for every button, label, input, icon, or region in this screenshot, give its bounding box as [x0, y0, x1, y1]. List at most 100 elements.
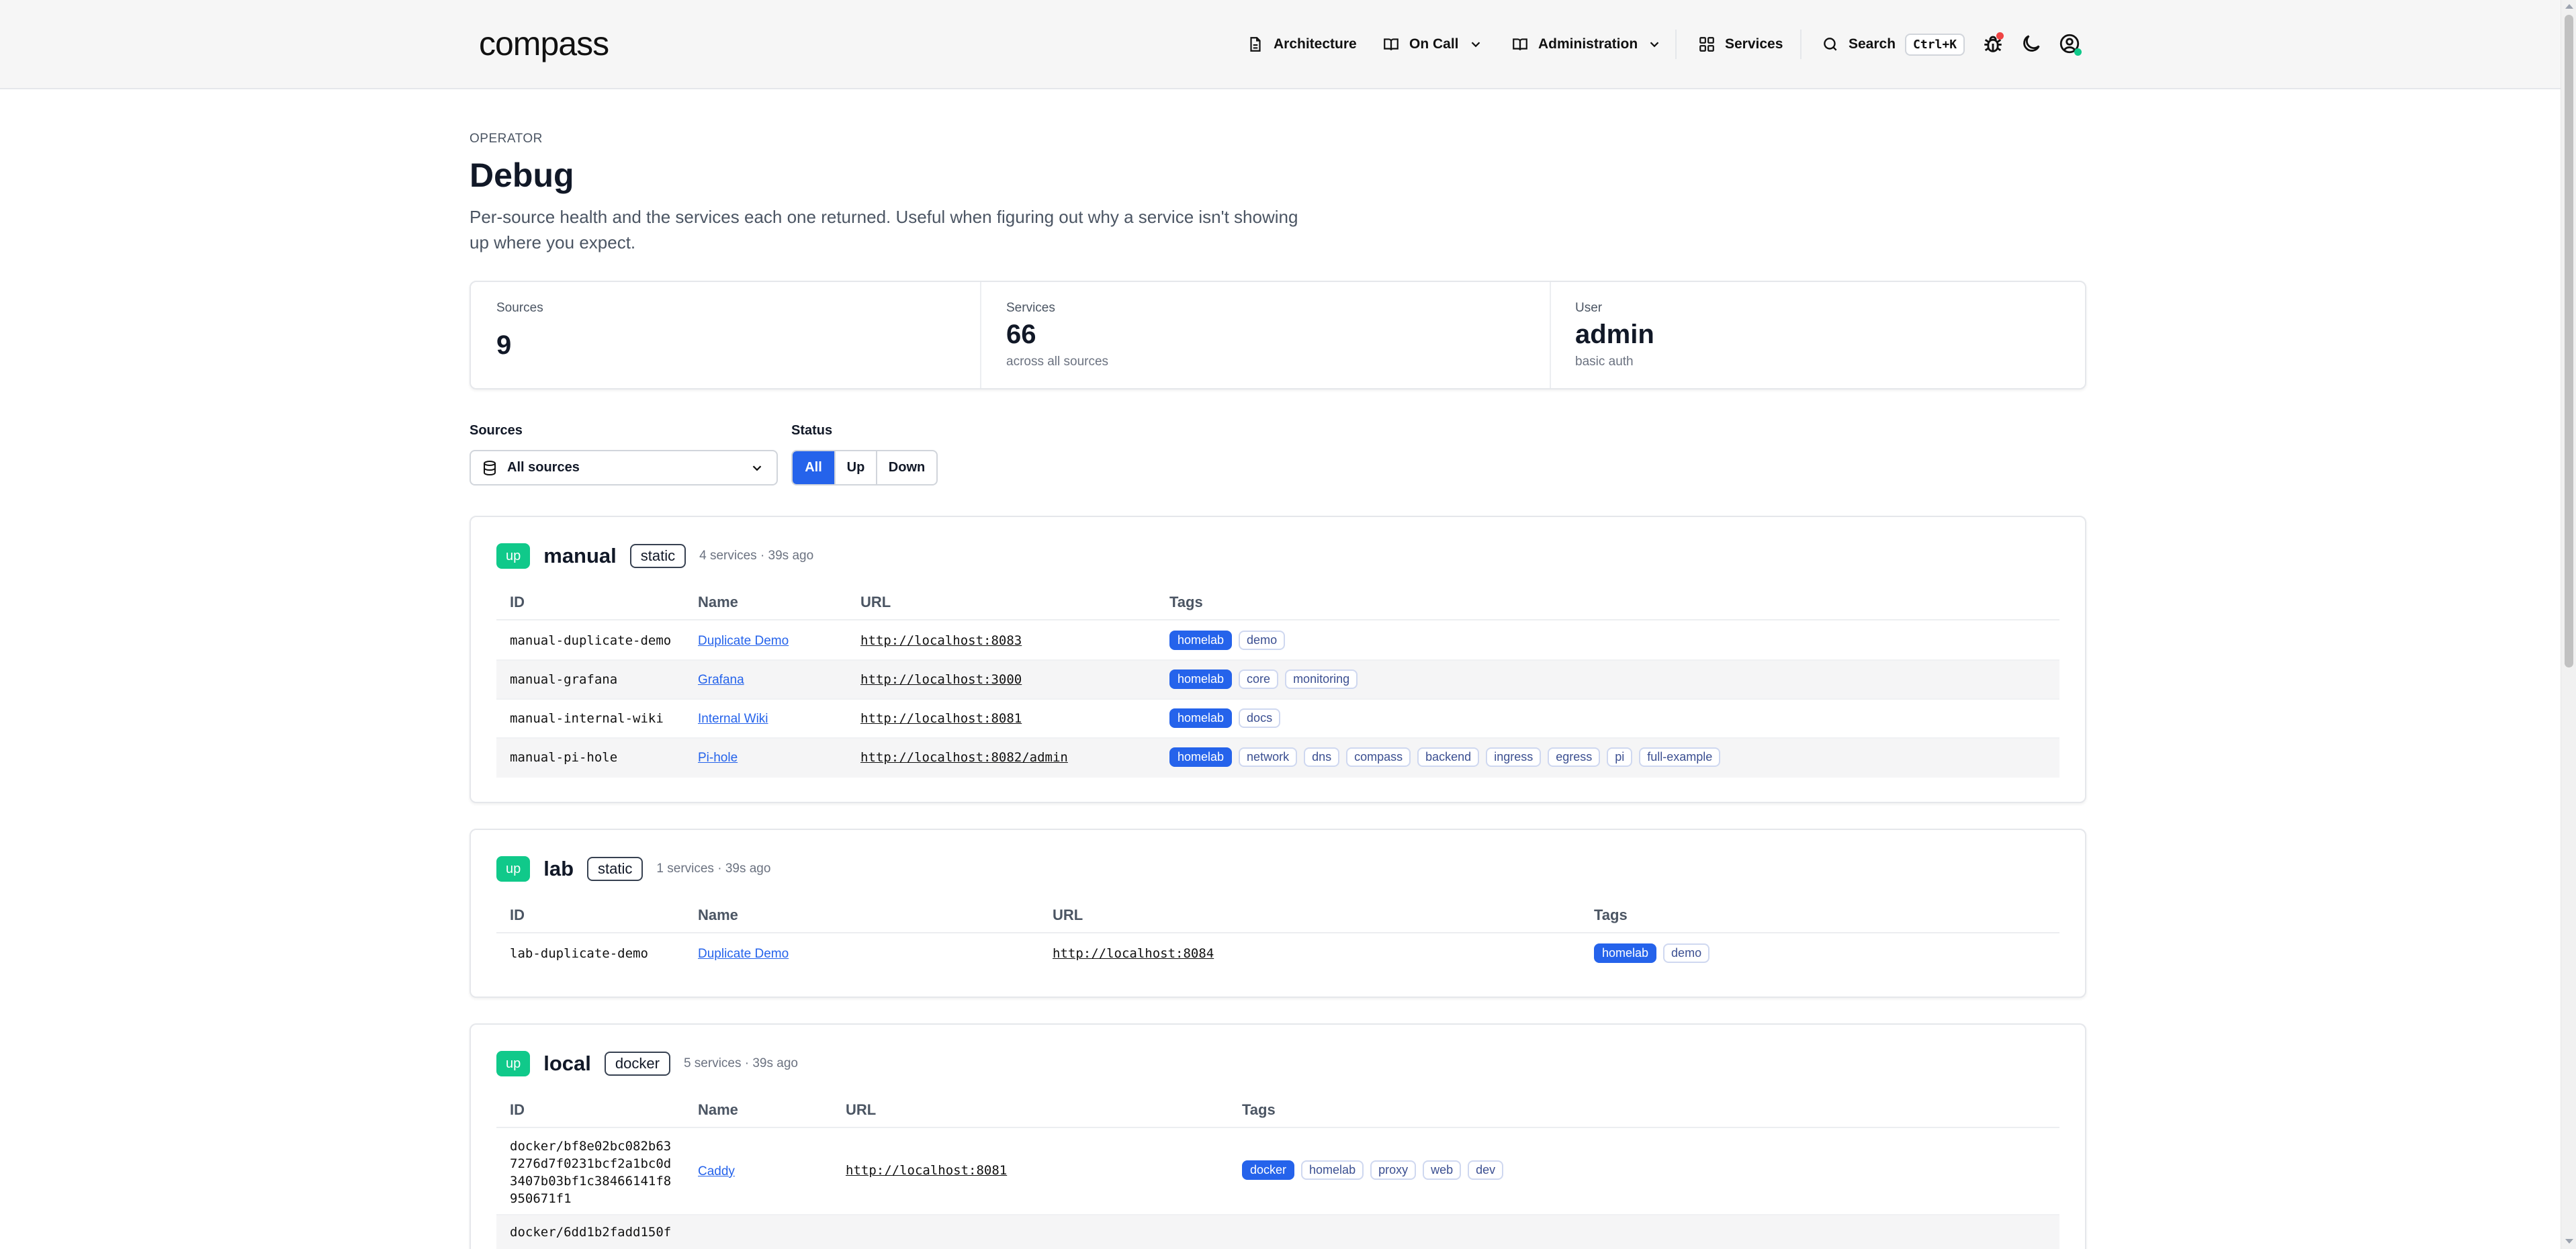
tag: monitoring	[1285, 669, 1358, 689]
tag: ingress	[1486, 747, 1542, 767]
source-meta: 4 services · 39s ago	[699, 549, 814, 563]
column-tags: Tags	[1594, 907, 1628, 923]
status-all-button[interactable]: All	[793, 451, 836, 484]
stat-divider	[980, 282, 981, 388]
column-tags: Tags	[1242, 1101, 1276, 1118]
sources-select[interactable]: All sources	[470, 450, 778, 485]
nav-on-call-label: On Call	[1409, 36, 1459, 52]
stat-user-label: User	[1575, 301, 1603, 315]
stat-sources-value: 9	[496, 330, 512, 360]
scrollbar-thumb[interactable]	[2565, 15, 2573, 667]
status-down-button[interactable]: Down	[877, 451, 936, 484]
status-segmented-control: All Up Down	[791, 450, 938, 485]
scroll-up-arrow[interactable]	[2565, 4, 2573, 9]
tag: dns	[1304, 747, 1340, 767]
service-url-link[interactable]: http://localhost:8081	[846, 1163, 1007, 1178]
tag: core	[1239, 669, 1279, 689]
status-badge: up	[496, 856, 531, 882]
status-up-button[interactable]: Up	[836, 451, 877, 484]
source-card-lab: up lab static 1 services · 39s ago ID Na…	[470, 829, 2086, 998]
tag: full-example	[1639, 747, 1721, 767]
debug-bug-button[interactable]	[1982, 32, 2004, 55]
search-label: Search	[1849, 36, 1896, 52]
service-url-link[interactable]: http://localhost:8081	[860, 711, 1022, 726]
source-type-badge: static	[587, 857, 643, 881]
table-row: manual-duplicate-demo Duplicate Demo htt…	[496, 622, 2059, 661]
stat-divider	[1550, 282, 1551, 388]
tag-list: homelab demo	[1169, 631, 1286, 650]
chevron-down-icon	[752, 465, 762, 471]
source-type-badge: static	[629, 544, 686, 568]
nav-divider	[1675, 30, 1677, 59]
tag: homelab	[1169, 669, 1233, 689]
tag: docker	[1242, 1160, 1295, 1180]
service-name-link[interactable]: Pi-hole	[698, 751, 738, 766]
tag: backend	[1417, 747, 1480, 767]
stat-sources-label: Sources	[496, 301, 543, 315]
page-scrollbar[interactable]	[2561, 0, 2576, 1249]
service-id: lab-duplicate-demo	[510, 946, 648, 961]
sources-filter-label: Sources	[470, 423, 523, 438]
service-name-link[interactable]: Internal Wiki	[698, 712, 768, 727]
table-header: ID Name URL Tags	[496, 897, 2059, 933]
nav-administration-label: Administration	[1538, 36, 1638, 52]
stats-panel: Sources 9 Services 66 across all sources…	[470, 281, 2086, 389]
scroll-down-arrow[interactable]	[2565, 1239, 2573, 1244]
book-icon	[1513, 38, 1527, 50]
tag: homelab	[1301, 1160, 1364, 1180]
column-id: ID	[510, 907, 525, 923]
nav-architecture[interactable]: Architecture	[1247, 30, 1357, 59]
column-tags: Tags	[1169, 594, 1203, 610]
service-id-line: docker/bf8e02bc082b63	[510, 1139, 672, 1154]
compass-logo[interactable]: compass	[479, 24, 609, 63]
service-url-link[interactable]: http://localhost:8082/admin	[860, 750, 1068, 765]
tag: web	[1423, 1160, 1462, 1180]
stat-sources: Sources 9	[496, 282, 980, 388]
column-name: Name	[698, 907, 738, 923]
tag: demo	[1663, 943, 1710, 963]
page-eyebrow: OPERATOR	[470, 132, 543, 146]
theme-toggle-button[interactable]	[2020, 32, 2043, 55]
source-type-badge: docker	[604, 1052, 670, 1076]
table-row: docker/bf8e02bc082b63 7276d7f0231bcf2a1b…	[496, 1129, 2059, 1215]
book-icon	[1384, 38, 1398, 50]
source-card-manual: up manual static 4 services · 39s ago ID…	[470, 516, 2086, 803]
status-badge: up	[496, 543, 531, 569]
user-menu-button[interactable]	[2058, 32, 2082, 56]
source-meta: 5 services · 39s ago	[683, 1056, 798, 1070]
chevron-down-icon	[1471, 42, 1480, 48]
database-icon	[484, 461, 496, 476]
service-url-link[interactable]: http://localhost:3000	[860, 672, 1022, 687]
stat-services-label: Services	[1006, 301, 1055, 315]
nav-administration[interactable]: Administration	[1511, 30, 1662, 59]
service-name-link[interactable]: Duplicate Demo	[698, 947, 789, 962]
tag: demo	[1239, 631, 1286, 650]
service-url-link[interactable]: http://localhost:8083	[860, 633, 1022, 648]
service-url-link[interactable]: http://localhost:8084	[1053, 946, 1214, 961]
tag: homelab	[1169, 631, 1233, 650]
service-name-link[interactable]: Caddy	[698, 1164, 735, 1179]
tag: homelab	[1594, 943, 1657, 963]
service-name-link[interactable]: Grafana	[698, 673, 744, 688]
tag: docs	[1239, 708, 1281, 728]
search-icon	[1824, 38, 1837, 51]
source-name: manual	[543, 544, 617, 567]
status-badge: up	[496, 1051, 531, 1076]
service-name-link[interactable]: Duplicate Demo	[698, 634, 789, 649]
online-status-dot	[2074, 48, 2082, 56]
nav-on-call[interactable]: On Call	[1382, 30, 1483, 59]
chevron-down-icon	[1650, 42, 1659, 48]
stat-user: User admin basic auth	[1575, 282, 2059, 388]
tag: proxy	[1370, 1160, 1417, 1180]
nav-services[interactable]: Services	[1698, 30, 1783, 59]
moon-icon	[2023, 35, 2040, 52]
source-header: up lab static 1 services · 39s ago	[496, 855, 770, 882]
tag: egress	[1548, 747, 1601, 767]
column-name: Name	[698, 594, 738, 610]
tag-list: homelab network dns compass backend ingr…	[1169, 747, 1721, 767]
column-url: URL	[846, 1101, 877, 1118]
search-button[interactable]: Search Ctrl+K	[1822, 30, 1965, 59]
stat-user-value: admin	[1575, 320, 1654, 349]
table-header: ID Name URL Tags	[496, 1092, 2059, 1128]
table-row: docker/6dd1b2fadd150f	[496, 1215, 2059, 1249]
